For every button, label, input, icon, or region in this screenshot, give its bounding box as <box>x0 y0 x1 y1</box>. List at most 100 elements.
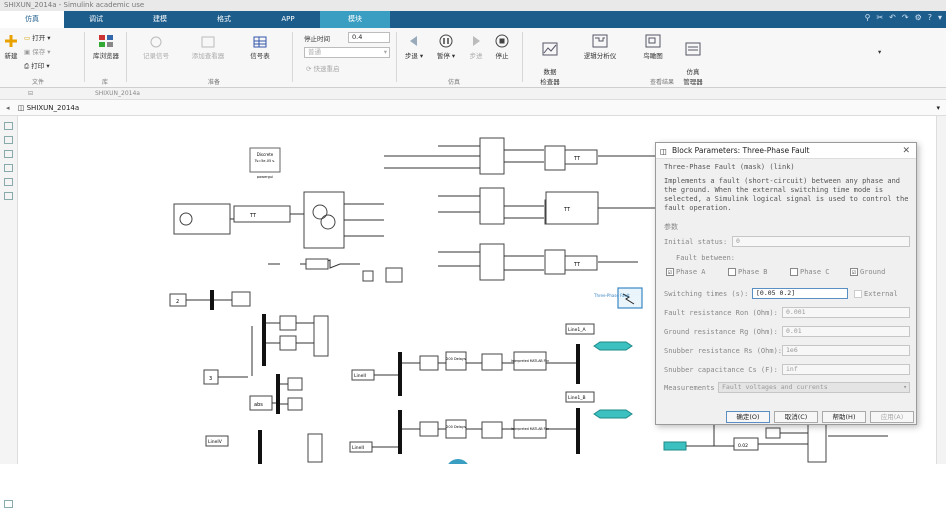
phase-c-checkbox[interactable]: Phase C <box>790 268 830 276</box>
delay-block[interactable] <box>445 351 467 371</box>
tab-modeling[interactable]: 建模 <box>128 11 192 28</box>
tab-format[interactable]: 格式 <box>192 11 256 28</box>
arrow-icon[interactable] <box>4 150 13 158</box>
goto-tag-block[interactable] <box>593 341 633 351</box>
line-block[interactable] <box>545 191 599 225</box>
save-button[interactable]: ▣ 保存 ▾ <box>24 46 51 56</box>
sample-block[interactable] <box>419 421 439 437</box>
tab-simulation[interactable]: 仿真 <box>0 11 64 28</box>
switching-times-input[interactable]: [0.05 0.2] <box>752 288 848 299</box>
mux-block[interactable] <box>276 374 280 414</box>
external-checkbox[interactable]: External <box>854 290 898 298</box>
tab-apps[interactable]: APP <box>256 11 320 28</box>
area-icon[interactable] <box>4 192 13 200</box>
gain-block[interactable] <box>287 397 303 411</box>
sample-block[interactable] <box>419 355 439 371</box>
measurement-block[interactable] <box>233 205 291 223</box>
ground-resistance-input[interactable]: 0.01 <box>782 326 910 337</box>
gain-block[interactable] <box>287 377 303 391</box>
gain-block[interactable] <box>279 315 297 331</box>
delay-block[interactable] <box>445 419 467 439</box>
rl-block[interactable] <box>305 258 329 270</box>
breaker-block[interactable] <box>479 243 505 281</box>
demux-block[interactable] <box>258 430 262 464</box>
measure-block[interactable] <box>544 145 566 171</box>
line-block[interactable] <box>564 149 598 165</box>
initial-status-input[interactable]: 0 <box>732 236 910 247</box>
stop-time-input[interactable]: 0.4 <box>348 32 390 43</box>
pause-button[interactable]: 暂停 ▾ <box>434 34 458 60</box>
snubber-resistance-input[interactable]: 1e6 <box>782 345 910 356</box>
scope-block[interactable] <box>307 433 323 463</box>
gain-block[interactable] <box>279 335 297 351</box>
demux-block[interactable] <box>262 314 266 366</box>
simulation-mode-select[interactable]: 普通 ▾ <box>304 47 390 58</box>
fit-view-icon[interactable] <box>4 136 13 144</box>
measure-block[interactable] <box>544 249 566 275</box>
apply-button[interactable]: 应用(A) <box>870 411 914 423</box>
line-block[interactable] <box>564 255 598 271</box>
zoom-icon[interactable] <box>4 122 13 130</box>
step-forward-button[interactable]: 步进 <box>466 34 486 60</box>
tab-block[interactable]: 模块 <box>320 11 390 28</box>
three-phase-fault-block[interactable] <box>617 287 643 309</box>
product-block[interactable] <box>362 270 374 282</box>
undo-icon[interactable]: ↶ <box>889 13 896 22</box>
demux-block[interactable] <box>398 410 402 454</box>
phase-b-checkbox[interactable]: Phase B <box>728 268 768 276</box>
ok-button[interactable]: 确定(O) <box>726 411 770 423</box>
birds-eye-button[interactable]: 鸟瞰图 <box>638 34 668 60</box>
scope-block[interactable] <box>313 315 329 357</box>
nav-back-icon[interactable]: ◂ <box>6 104 10 112</box>
mux-block[interactable] <box>576 408 580 454</box>
stop-button[interactable]: 停止 <box>492 34 512 60</box>
collapse-icon[interactable]: ⊟ <box>28 90 33 97</box>
breadcrumb-dropdown-icon[interactable]: ▾ <box>936 100 940 116</box>
close-icon[interactable]: ✕ <box>902 143 910 159</box>
transformer-block[interactable] <box>303 191 345 249</box>
search-icon[interactable]: ⚲ <box>865 13 871 22</box>
goto-tag-block[interactable] <box>593 409 633 419</box>
print-button[interactable]: ⎙ 打印 ▾ <box>24 60 50 71</box>
new-button[interactable]: 新建 <box>2 34 20 60</box>
sim-manager-button[interactable]: 仿真 管理器 <box>676 34 710 86</box>
tab-debug[interactable]: 调试 <box>64 11 128 28</box>
from-tag-block[interactable] <box>663 441 687 451</box>
scope-block[interactable] <box>385 267 403 283</box>
library-browser-button[interactable]: 库浏览器 <box>90 34 122 60</box>
help-button[interactable]: 帮助(H) <box>822 411 866 423</box>
phase-a-checkbox[interactable]: ☑ Phase A <box>666 268 706 276</box>
record-marker-icon[interactable] <box>446 459 470 483</box>
three-phase-source[interactable] <box>173 203 231 235</box>
record-signal-button[interactable]: 记录信号 <box>134 36 178 60</box>
gain-block[interactable] <box>765 427 781 439</box>
cut-icon[interactable]: ✂ <box>876 13 883 22</box>
sample-block[interactable] <box>481 353 503 371</box>
annotation-icon[interactable] <box>4 164 13 172</box>
image-icon[interactable] <box>4 178 13 186</box>
signal-table-button[interactable]: 信号表 <box>242 36 278 60</box>
add-viewer-button[interactable]: 添加查看器 <box>186 36 230 60</box>
vertical-scrollbar[interactable] <box>936 116 946 464</box>
open-button[interactable]: ▭ 打开 ▾ <box>24 32 51 42</box>
data-inspector-button[interactable]: 数据 检查器 <box>536 34 564 86</box>
logic-analyzer-button[interactable]: 逻辑分析仪 <box>580 34 620 60</box>
ground-checkbox[interactable]: ☑ Ground <box>850 268 885 276</box>
scope-block[interactable] <box>231 291 251 307</box>
step-back-button[interactable]: 步退 ▾ <box>402 34 426 60</box>
cancel-button[interactable]: 取消(C) <box>774 411 818 423</box>
snubber-capacitance-input[interactable]: inf <box>782 364 910 375</box>
breaker-block[interactable] <box>479 137 505 175</box>
settings-icon[interactable]: ⚙ <box>915 13 922 22</box>
mux-block[interactable] <box>576 344 580 384</box>
breaker-block[interactable] <box>479 187 505 225</box>
sample-block[interactable] <box>481 421 503 439</box>
expand-icon[interactable]: ▾ <box>938 13 942 22</box>
demux-block[interactable] <box>398 352 402 396</box>
fault-resistance-input[interactable]: 0.001 <box>782 307 910 318</box>
mux-block[interactable] <box>210 290 214 310</box>
hide-icon[interactable] <box>4 500 13 508</box>
measurements-select[interactable]: Fault voltages and currents ▾ <box>718 382 910 393</box>
ribbon-expand-icon[interactable]: ▾ <box>878 48 881 56</box>
fast-restart-button[interactable]: ⟳ 快速重启 <box>306 63 340 73</box>
